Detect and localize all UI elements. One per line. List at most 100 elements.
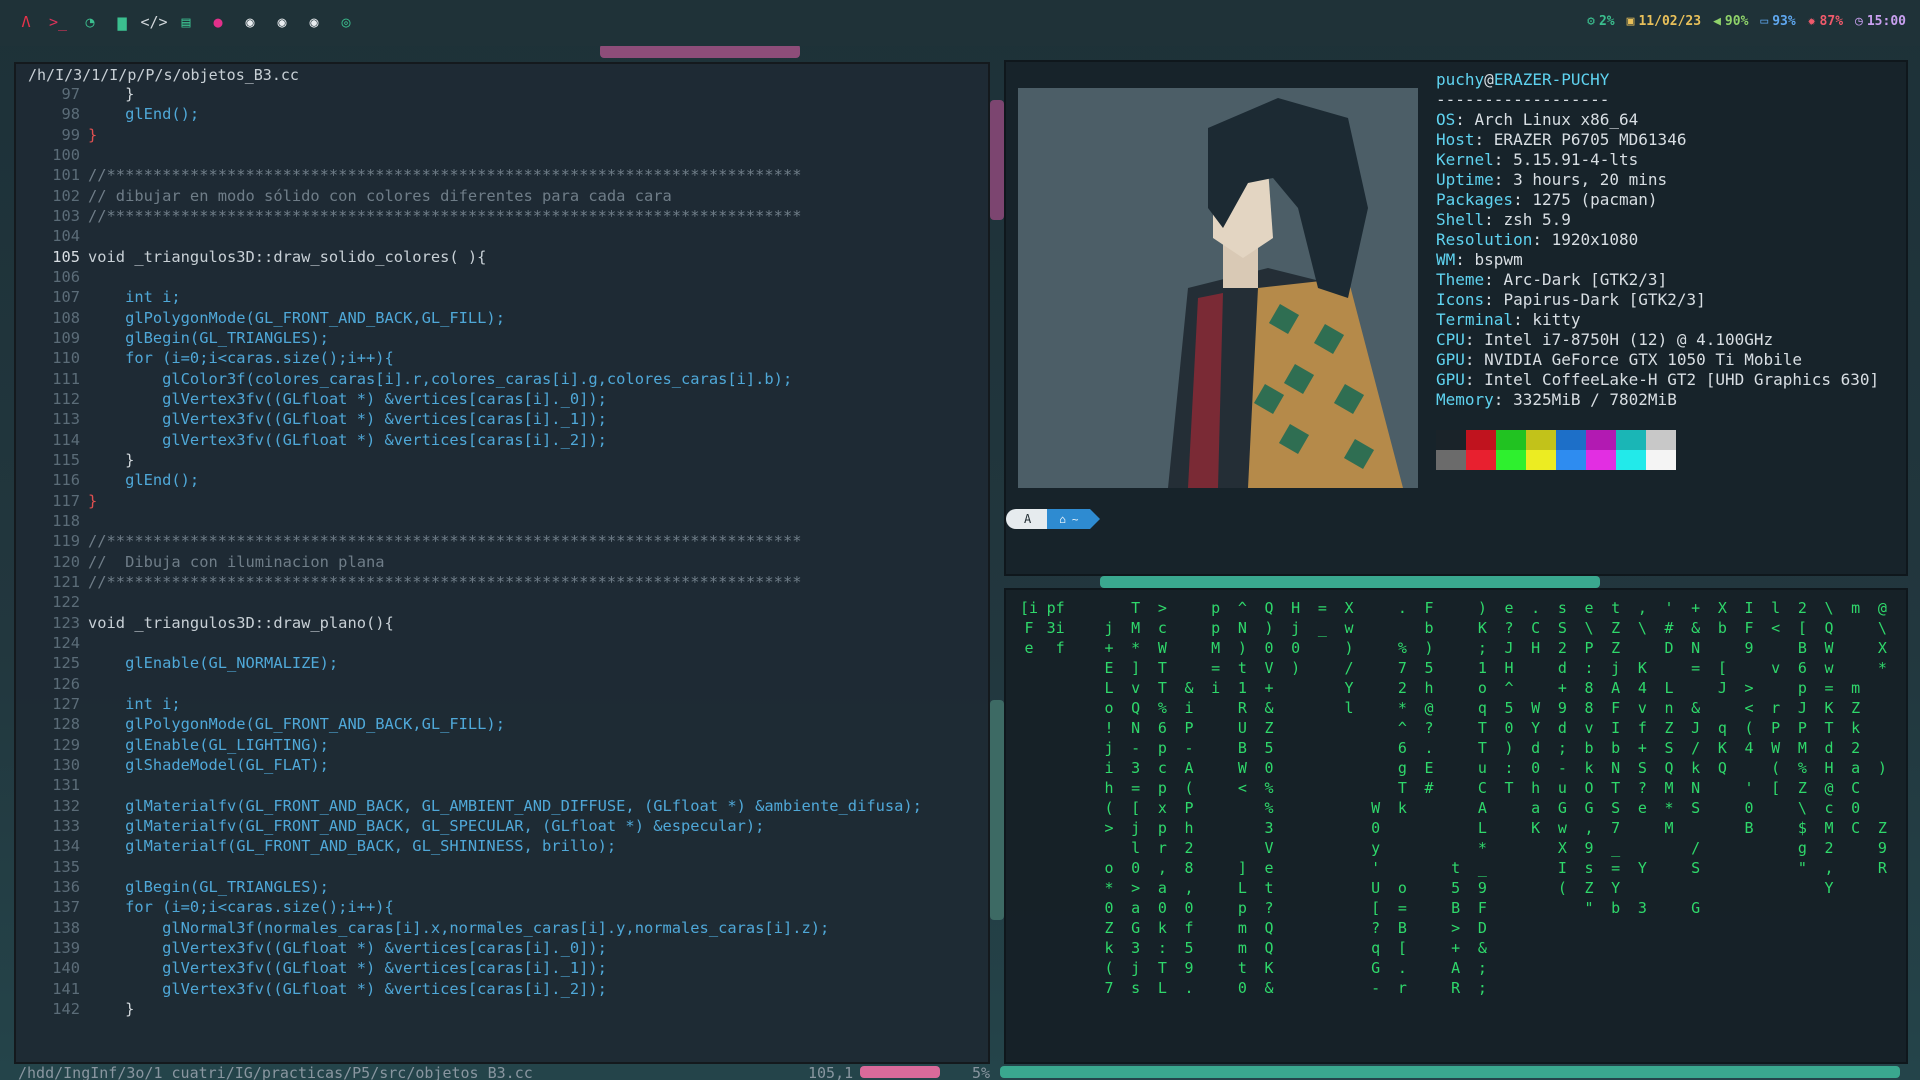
- code-line[interactable]: 132 glMaterialfv(GL_FRONT_AND_BACK, GL_A…: [16, 796, 988, 816]
- code-line[interactable]: 137 for (i=0;i<caras.size();i++){: [16, 897, 988, 917]
- code-text[interactable]: glMaterialf(GL_FRONT_AND_BACK, GL_SHININ…: [88, 836, 616, 856]
- calendar-module[interactable]: ▣ 11/02/23: [1627, 14, 1701, 29]
- code-line[interactable]: 111 glColor3f(colores_caras[i].r,colores…: [16, 369, 988, 389]
- code-text[interactable]: glColor3f(colores_caras[i].r,colores_car…: [88, 369, 792, 389]
- code-text[interactable]: glBegin(GL_TRIANGLES);: [88, 877, 329, 897]
- code-text[interactable]: void _triangulos3D::draw_plano(){: [88, 613, 394, 633]
- code-line[interactable]: 97 }: [16, 84, 988, 104]
- code-line[interactable]: 136 glBegin(GL_TRIANGLES);: [16, 877, 988, 897]
- code-text[interactable]: glShadeModel(GL_FLAT);: [88, 755, 329, 775]
- code-text[interactable]: void _triangulos3D::draw_solido_colores(…: [88, 247, 486, 267]
- code-text[interactable]: }: [88, 999, 134, 1019]
- code-line[interactable]: 128 glPolygonMode(GL_FRONT_AND_BACK,GL_F…: [16, 714, 988, 734]
- code-line[interactable]: 142 }: [16, 999, 988, 1019]
- code-line[interactable]: 135: [16, 857, 988, 877]
- code-line[interactable]: 112 glVertex3fv((GLfloat *) &vertices[ca…: [16, 389, 988, 409]
- code-line[interactable]: 125 glEnable(GL_NORMALIZE);: [16, 653, 988, 673]
- document-icon[interactable]: ▤: [176, 12, 196, 32]
- folder-icon[interactable]: ▆: [112, 12, 132, 32]
- code-line[interactable]: 131: [16, 775, 988, 795]
- vim-editor-window[interactable]: /h/I/3/1/I/p/P/s/objetos_B3.cc 97 } 98 gl…: [14, 62, 990, 1080]
- code-line[interactable]: 139 glVertex3fv((GLfloat *) &vertices[ca…: [16, 938, 988, 958]
- code-line[interactable]: 127 int i;: [16, 694, 988, 714]
- code-line[interactable]: 104: [16, 226, 988, 246]
- code-text[interactable]: glPolygonMode(GL_FRONT_AND_BACK,GL_FILL)…: [88, 714, 505, 734]
- code-line[interactable]: 107 int i;: [16, 287, 988, 307]
- code-text[interactable]: glEnd();: [88, 104, 199, 124]
- code-line[interactable]: 110 for (i=0;i<caras.size();i++){: [16, 348, 988, 368]
- code-text[interactable]: }: [88, 491, 97, 511]
- circle-icon[interactable]: ◉: [240, 12, 260, 32]
- code-text[interactable]: // dibujar en modo sólido con colores di…: [88, 186, 672, 206]
- code-line[interactable]: 114 glVertex3fv((GLfloat *) &vertices[ca…: [16, 430, 988, 450]
- code-line[interactable]: 134 glMaterialf(GL_FRONT_AND_BACK, GL_SH…: [16, 836, 988, 856]
- code-text[interactable]: glVertex3fv((GLfloat *) &vertices[caras[…: [88, 389, 607, 409]
- code-text[interactable]: }: [88, 125, 97, 145]
- code-line[interactable]: 130 glShadeModel(GL_FLAT);: [16, 755, 988, 775]
- code-line[interactable]: 108 glPolygonMode(GL_FRONT_AND_BACK,GL_F…: [16, 308, 988, 328]
- code-line[interactable]: 126: [16, 674, 988, 694]
- code-line[interactable]: 115 }: [16, 450, 988, 470]
- arch-icon[interactable]: Λ: [16, 12, 36, 32]
- code-line[interactable]: 141 glVertex3fv((GLfloat *) &vertices[ca…: [16, 979, 988, 999]
- code-text[interactable]: int i;: [88, 287, 181, 307]
- code-line[interactable]: 120 // Dibuja con iluminacion plana: [16, 552, 988, 572]
- code-text[interactable]: glVertex3fv((GLfloat *) &vertices[caras[…: [88, 979, 607, 999]
- code-text[interactable]: glVertex3fv((GLfloat *) &vertices[caras[…: [88, 409, 607, 429]
- code-text[interactable]: //**************************************…: [88, 165, 801, 185]
- code-text[interactable]: //**************************************…: [88, 531, 801, 551]
- code-text[interactable]: for (i=0;i<caras.size();i++){: [88, 897, 394, 917]
- code-text[interactable]: glVertex3fv((GLfloat *) &vertices[caras[…: [88, 958, 607, 978]
- code-line[interactable]: 117}: [16, 491, 988, 511]
- code-text[interactable]: for (i=0;i<caras.size();i++){: [88, 348, 394, 368]
- code-line[interactable]: 121 //***********************************…: [16, 572, 988, 592]
- terminal-icon[interactable]: >_: [48, 12, 68, 32]
- volume-module[interactable]: ◀ 90%: [1713, 14, 1748, 29]
- code-line[interactable]: 100: [16, 145, 988, 165]
- code-text[interactable]: glPolygonMode(GL_FRONT_AND_BACK,GL_FILL)…: [88, 308, 505, 328]
- code-line[interactable]: 105 void _triangulos3D::draw_solido_color…: [16, 247, 988, 267]
- code-text[interactable]: }: [88, 84, 134, 104]
- code-line[interactable]: 99}: [16, 125, 988, 145]
- circle-icon[interactable]: ◉: [272, 12, 292, 32]
- code-text[interactable]: glVertex3fv((GLfloat *) &vertices[caras[…: [88, 938, 607, 958]
- code-text[interactable]: glEnable(GL_NORMALIZE);: [88, 653, 338, 673]
- code-text[interactable]: glMaterialfv(GL_FRONT_AND_BACK, GL_SPECU…: [88, 816, 764, 836]
- code-text[interactable]: int i;: [88, 694, 181, 714]
- gear-module[interactable]: ⚙ 2%: [1587, 14, 1614, 29]
- code-text[interactable]: glVertex3fv((GLfloat *) &vertices[caras[…: [88, 430, 607, 450]
- battery-module[interactable]: ▭ 93%: [1760, 14, 1795, 29]
- code-line[interactable]: 129 glEnable(GL_LIGHTING);: [16, 735, 988, 755]
- code-text[interactable]: glEnd();: [88, 470, 199, 490]
- code-line[interactable]: 116 glEnd();: [16, 470, 988, 490]
- app-icon[interactable]: ●: [208, 12, 228, 32]
- code-text[interactable]: glEnable(GL_LIGHTING);: [88, 735, 329, 755]
- code-line[interactable]: 133 glMaterialfv(GL_FRONT_AND_BACK, GL_S…: [16, 816, 988, 836]
- circle-outline-icon[interactable]: ◎: [336, 12, 356, 32]
- clock-module[interactable]: ◷ 15:00: [1855, 14, 1906, 29]
- code-line[interactable]: 102 // dibujar en modo sólido con colores…: [16, 186, 988, 206]
- code-line[interactable]: 101 //***********************************…: [16, 165, 988, 185]
- code-text[interactable]: //**************************************…: [88, 572, 801, 592]
- code-line[interactable]: 106: [16, 267, 988, 287]
- code-line[interactable]: 122: [16, 592, 988, 612]
- code-line[interactable]: 98 glEnd();: [16, 104, 988, 124]
- code-line[interactable]: 123 void _triangulos3D::draw_plano(){: [16, 613, 988, 633]
- code-line[interactable]: 109 glBegin(GL_TRIANGLES);: [16, 328, 988, 348]
- code-text[interactable]: //**************************************…: [88, 206, 801, 226]
- code-text[interactable]: // Dibuja con iluminacion plana: [88, 552, 385, 572]
- code-line[interactable]: 138 glNormal3f(normales_caras[i].x,norma…: [16, 918, 988, 938]
- cmatrix-terminal-window[interactable]: [i F e pf 3i f j + E L o ! j i h ( > o * …: [1004, 588, 1908, 1064]
- code-text[interactable]: glBegin(GL_TRIANGLES);: [88, 328, 329, 348]
- code-line[interactable]: 103 //***********************************…: [16, 206, 988, 226]
- code-line[interactable]: 119 //***********************************…: [16, 531, 988, 551]
- browser-icon[interactable]: ◔: [80, 12, 100, 32]
- code-text[interactable]: }: [88, 450, 134, 470]
- code-line[interactable]: 118: [16, 511, 988, 531]
- code-text[interactable]: glNormal3f(normales_caras[i].x,normales_…: [88, 918, 829, 938]
- neofetch-terminal-window[interactable]: puchy@ERAZER-PUCHY ------------------ OS…: [1004, 60, 1908, 576]
- code-line[interactable]: 124: [16, 633, 988, 653]
- code-text[interactable]: glMaterialfv(GL_FRONT_AND_BACK, GL_AMBIE…: [88, 796, 922, 816]
- code-icon[interactable]: </>: [140, 12, 167, 32]
- circle-icon[interactable]: ◉: [304, 12, 324, 32]
